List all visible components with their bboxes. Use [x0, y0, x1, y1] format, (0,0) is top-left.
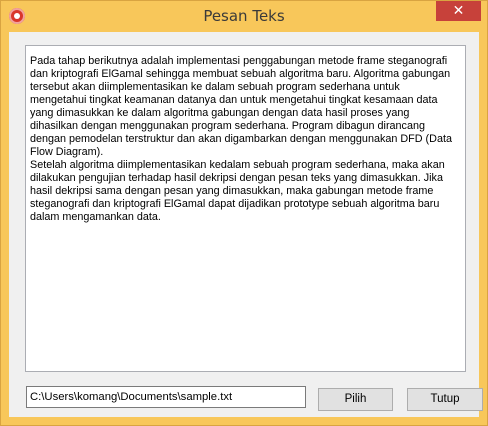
pilih-button[interactable]: Pilih [318, 388, 393, 411]
message-window: Pesan Teks ✕ Pada tahap berikutnya adala… [0, 0, 488, 426]
message-textarea[interactable]: Pada tahap berikutnya adalah implementas… [25, 45, 466, 372]
close-button[interactable]: ✕ [436, 1, 481, 21]
tutup-button[interactable]: Tutup [407, 388, 483, 411]
file-path-input[interactable] [26, 386, 306, 408]
title-bar[interactable]: Pesan Teks ✕ [1, 1, 487, 32]
window-title: Pesan Teks [203, 7, 285, 25]
client-area: Pada tahap berikutnya adalah implementas… [9, 32, 483, 417]
